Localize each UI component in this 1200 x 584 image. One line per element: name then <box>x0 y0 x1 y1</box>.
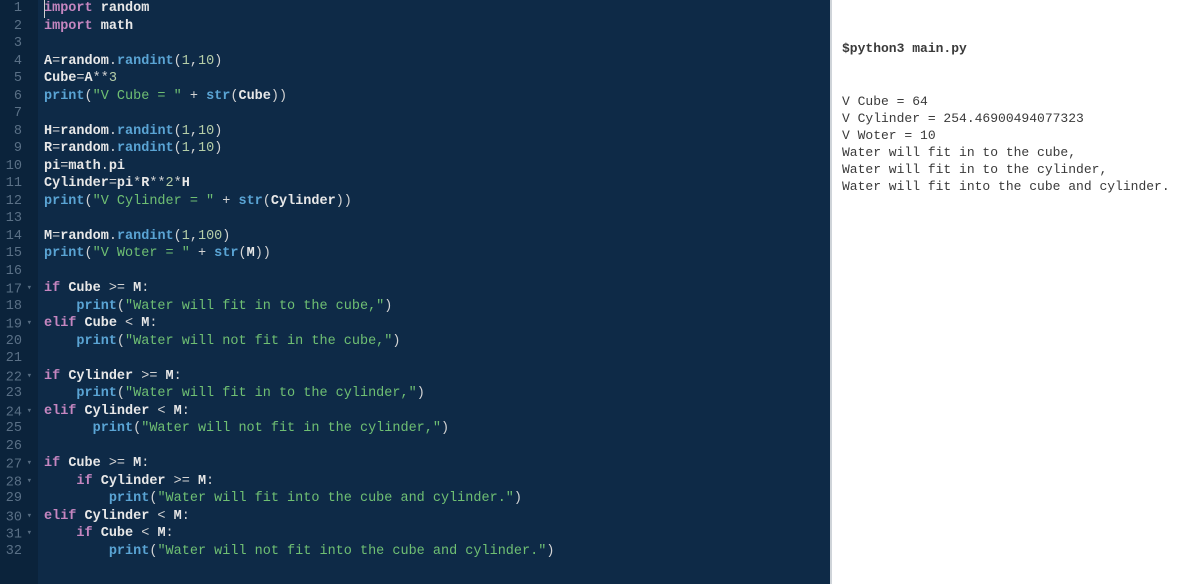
code-line[interactable]: print("Water will not fit into the cube … <box>44 543 830 561</box>
line-number: 28▾ <box>0 473 32 491</box>
code-line[interactable] <box>44 263 830 281</box>
console-output-pane[interactable]: $python3 main.py V Cube = 64V Cylinder =… <box>830 0 1200 584</box>
code-line[interactable]: A=random.randint(1,10) <box>44 53 830 71</box>
line-number: 16 <box>0 263 32 281</box>
line-number: 18 <box>0 298 32 316</box>
line-number: 7 <box>0 105 32 123</box>
line-number: 14 <box>0 228 32 246</box>
code-line[interactable]: print("V Woter = " + str(M)) <box>44 245 830 263</box>
line-number: 15 <box>0 245 32 263</box>
console-lines: V Cube = 64V Cylinder = 254.469004940773… <box>842 93 1190 195</box>
console-line: V Cube = 64 <box>842 93 1190 110</box>
line-number: 23 <box>0 385 32 403</box>
line-number: 12 <box>0 193 32 211</box>
code-line[interactable]: if Cube < M: <box>44 525 830 543</box>
text-cursor <box>44 0 45 18</box>
fold-icon[interactable]: ▾ <box>24 403 32 421</box>
code-line[interactable]: if Cylinder >= M: <box>44 473 830 491</box>
line-number: 20 <box>0 333 32 351</box>
line-number: 26 <box>0 438 32 456</box>
line-number: 29 <box>0 490 32 508</box>
code-line[interactable]: Cylinder=pi*R**2*H <box>44 175 830 193</box>
code-line[interactable]: elif Cylinder < M: <box>44 508 830 526</box>
fold-icon[interactable]: ▾ <box>24 455 32 473</box>
code-line[interactable]: import random <box>44 0 830 18</box>
code-line[interactable]: print("V Cube = " + str(Cube)) <box>44 88 830 106</box>
fold-icon[interactable]: ▾ <box>24 280 32 298</box>
fold-icon[interactable]: ▾ <box>24 525 32 543</box>
line-number: 2 <box>0 18 32 36</box>
line-number: 24▾ <box>0 403 32 421</box>
code-area[interactable]: import randomimport math A=random.randint… <box>38 0 830 584</box>
line-number-gutter: 1234567891011121314151617▾1819▾202122▾23… <box>0 0 38 584</box>
code-editor-pane[interactable]: 1234567891011121314151617▾1819▾202122▾23… <box>0 0 830 584</box>
console-line: V Cylinder = 254.46900494077323 <box>842 110 1190 127</box>
fold-icon[interactable]: ▾ <box>24 368 32 386</box>
line-number: 4 <box>0 53 32 71</box>
code-line[interactable]: if Cube >= M: <box>44 455 830 473</box>
line-number: 9 <box>0 140 32 158</box>
console-line: Water will fit into the cube and cylinde… <box>842 178 1190 195</box>
console-line: V Woter = 10 <box>842 127 1190 144</box>
line-number: 21 <box>0 350 32 368</box>
code-line[interactable]: print("Water will fit into the cube and … <box>44 490 830 508</box>
code-line[interactable]: elif Cube < M: <box>44 315 830 333</box>
code-line[interactable]: import math <box>44 18 830 36</box>
line-number: 22▾ <box>0 368 32 386</box>
code-line[interactable] <box>44 35 830 53</box>
line-number: 31▾ <box>0 525 32 543</box>
code-line[interactable] <box>44 350 830 368</box>
line-number: 13 <box>0 210 32 228</box>
fold-icon[interactable]: ▾ <box>24 508 32 526</box>
fold-icon[interactable]: ▾ <box>24 473 32 491</box>
code-line[interactable]: Cube=A**3 <box>44 70 830 88</box>
code-line[interactable]: print("V Cylinder = " + str(Cylinder)) <box>44 193 830 211</box>
console-command: $python3 main.py <box>842 40 1190 57</box>
line-number: 10 <box>0 158 32 176</box>
line-number: 32 <box>0 543 32 561</box>
code-line[interactable]: print("Water will not fit in the cylinde… <box>44 420 830 438</box>
code-line[interactable]: if Cylinder >= M: <box>44 368 830 386</box>
line-number: 6 <box>0 88 32 106</box>
code-line[interactable]: elif Cylinder < M: <box>44 403 830 421</box>
console-line: Water will fit in to the cylinder, <box>842 161 1190 178</box>
code-line[interactable]: R=random.randint(1,10) <box>44 140 830 158</box>
line-number: 1 <box>0 0 32 18</box>
code-line[interactable]: print("Water will fit in to the cube,") <box>44 298 830 316</box>
code-line[interactable]: pi=math.pi <box>44 158 830 176</box>
code-line[interactable] <box>44 210 830 228</box>
line-number: 3 <box>0 35 32 53</box>
line-number: 17▾ <box>0 280 32 298</box>
code-line[interactable] <box>44 438 830 456</box>
line-number: 30▾ <box>0 508 32 526</box>
code-line[interactable]: M=random.randint(1,100) <box>44 228 830 246</box>
line-number: 5 <box>0 70 32 88</box>
line-number: 8 <box>0 123 32 141</box>
code-line[interactable]: if Cube >= M: <box>44 280 830 298</box>
code-line[interactable]: print("Water will fit in to the cylinder… <box>44 385 830 403</box>
line-number: 11 <box>0 175 32 193</box>
line-number: 25 <box>0 420 32 438</box>
fold-icon[interactable]: ▾ <box>24 315 32 333</box>
line-number: 19▾ <box>0 315 32 333</box>
code-line[interactable]: H=random.randint(1,10) <box>44 123 830 141</box>
console-line: Water will fit in to the cube, <box>842 144 1190 161</box>
line-number: 27▾ <box>0 455 32 473</box>
code-line[interactable]: print("Water will not fit in the cube,") <box>44 333 830 351</box>
code-line[interactable] <box>44 105 830 123</box>
